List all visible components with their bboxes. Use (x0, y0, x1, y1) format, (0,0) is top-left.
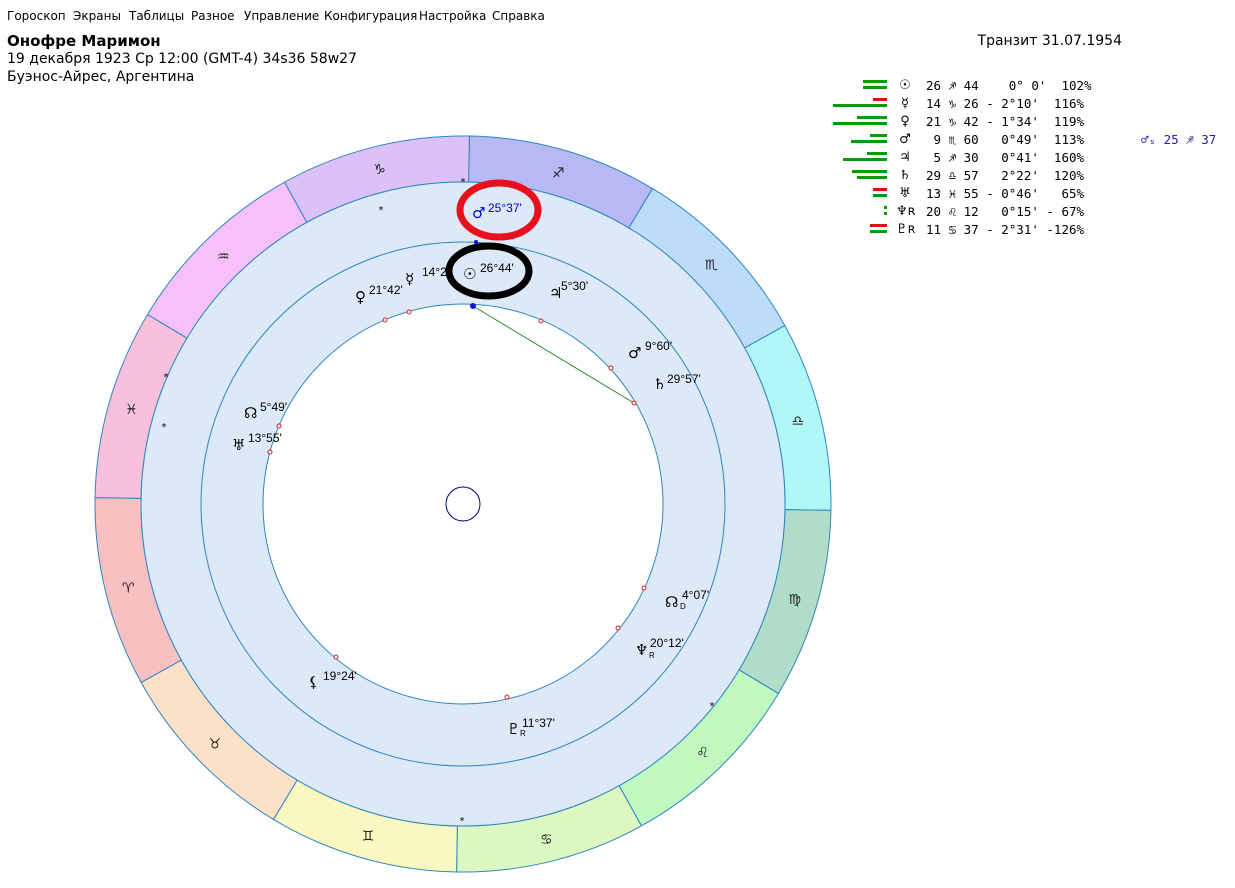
saturn-degree: 29°57' (667, 372, 701, 386)
neptune-retrograde-mark: R (649, 651, 655, 660)
neptune-degree: 20°12' (650, 636, 684, 650)
venus-degree: 21°42' (369, 283, 403, 297)
leo-icon: ♌ (696, 745, 709, 761)
pluto-degree: 11°37' (522, 716, 555, 730)
north-node-degree: 4°07' (682, 588, 709, 602)
libra-icon: ♎ (791, 414, 804, 430)
star-marker: * (162, 422, 167, 433)
uranus-degree: 13°55' (248, 431, 282, 445)
mars-icon: ♂ (628, 344, 641, 362)
star-marker: * (379, 205, 384, 216)
uranus-icon: ♅ (232, 436, 245, 454)
venus-icon: ♀ (355, 288, 366, 306)
mars-transit-icon: ♂ (472, 204, 485, 222)
south-node-icon: ☊ (244, 404, 257, 422)
aspect-point (470, 303, 476, 309)
star-marker: * (461, 177, 466, 188)
aquarius-icon: ♒ (217, 249, 230, 265)
transit-mars-degree: 25°37' (488, 201, 522, 215)
mars-degree: 9°60' (645, 339, 672, 353)
pisces-icon: ♓ (125, 402, 138, 418)
star-marker: * (460, 816, 465, 827)
virgo-icon: ♍ (788, 592, 801, 608)
scorpio-icon: ♏ (705, 257, 718, 273)
lilith-icon: ⚸ (308, 673, 319, 691)
center-circle (445, 486, 481, 522)
aries-icon: ♈ (122, 580, 135, 596)
star-marker: * (164, 372, 169, 383)
horoscope-wheel: ♐ ♏ ♎ ♍ ♌ ♋ ♊ ♉ ♈ ♓ ♒ ♑ * * * * * * ♂ 25°37' ☉ 26°4… (94, 135, 832, 873)
mercury-degree: 14°2 (422, 265, 447, 279)
pluto-retrograde-mark: R (520, 729, 526, 738)
jupiter-degree: 5°30' (561, 279, 588, 293)
pluto-icon: ♇ (507, 720, 520, 738)
capricorn-icon: ♑ (373, 162, 386, 178)
transit-mars-point (474, 240, 478, 244)
sun-icon: ☉ (463, 265, 476, 283)
north-node-direct-mark: D (680, 602, 686, 611)
lilith-degree: 19°24' (323, 669, 357, 683)
saturn-icon: ♄ (653, 375, 666, 393)
gemini-icon: ♊ (362, 829, 375, 845)
mercury-icon: ☿ (405, 270, 414, 288)
south-node-degree: 5°49' (260, 400, 287, 414)
neptune-icon: ♆ (635, 641, 648, 659)
north-node-icon: ☊ (665, 593, 678, 611)
sagittarius-icon: ♐ (552, 165, 565, 181)
cancer-icon: ♋ (540, 832, 553, 848)
star-marker: * (710, 701, 715, 712)
sun-degree: 26°44' (480, 261, 514, 275)
taurus-icon: ♉ (209, 737, 222, 753)
